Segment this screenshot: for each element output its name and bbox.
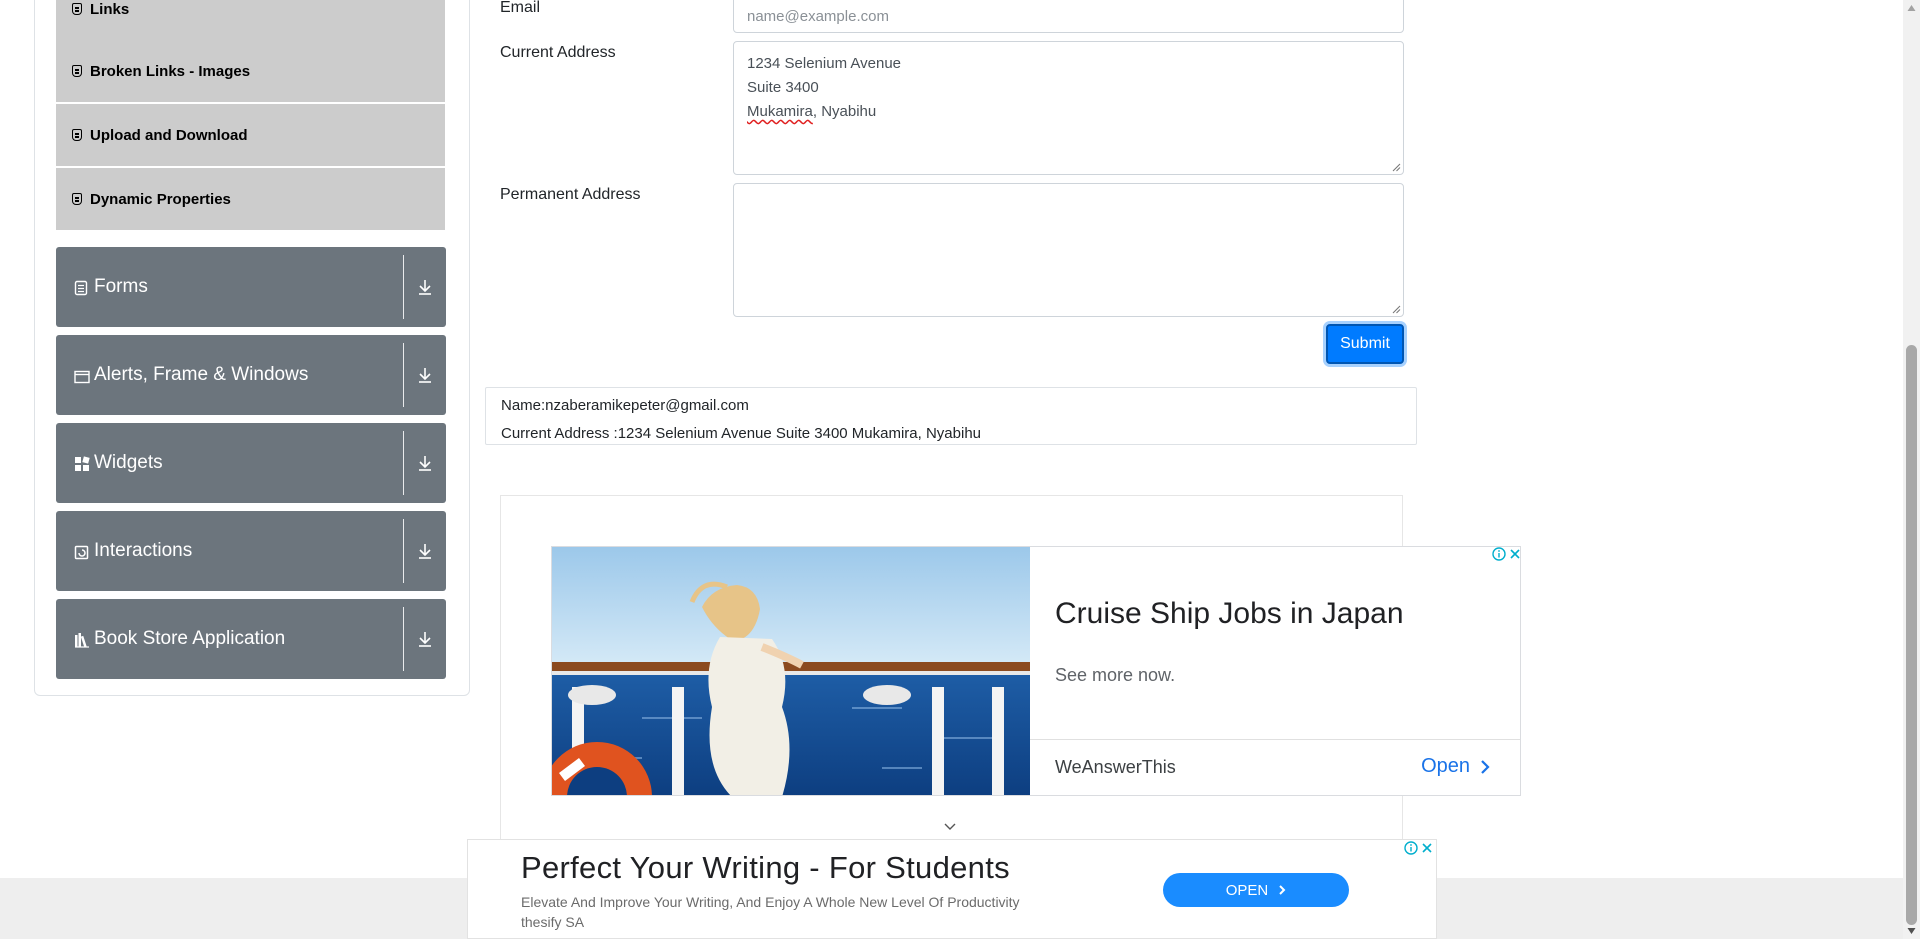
html5-icon xyxy=(72,193,82,205)
permanent-address-label: Permanent Address xyxy=(500,186,641,203)
scroll-up-arrow-icon[interactable] xyxy=(1906,3,1917,13)
adchoices[interactable] xyxy=(1402,840,1434,856)
interactions-icon xyxy=(74,544,89,560)
group-divider xyxy=(403,519,404,583)
html5-icon xyxy=(72,65,82,77)
group-divider xyxy=(403,255,404,319)
anchor-ad-open-button[interactable]: OPEN xyxy=(1163,873,1349,907)
anchor-ad[interactable]: Perfect Your Writing - For Students Elev… xyxy=(467,839,1437,939)
resize-grip-icon[interactable] xyxy=(1391,162,1401,172)
misspelled-word: Mukamira xyxy=(747,103,813,120)
output-panel: Name:nzaberamikepeter@gmail.com Current … xyxy=(485,387,1417,445)
current-address-label: Current Address xyxy=(500,44,616,61)
address-line-rest: , Nyabihu xyxy=(812,103,877,120)
sidebar-item-upload-and-download[interactable]: Upload and Download xyxy=(56,104,445,166)
html5-icon xyxy=(72,129,82,141)
ad-image[interactable] xyxy=(552,547,1030,795)
display-ad[interactable]: Cruise Ship Jobs in Japan See more now. … xyxy=(551,546,1521,796)
anchor-ad-description: Elevate And Improve Your Writing, And En… xyxy=(521,892,1121,932)
address-line: Suite 3400 xyxy=(747,79,819,96)
sidebar-group-alerts-frame-windows[interactable]: Alerts, Frame & Windows xyxy=(56,335,446,415)
download-arrow-icon[interactable] xyxy=(412,335,438,415)
address-line: Mukamira, Nyabihu xyxy=(747,100,1390,124)
group-label: Alerts, Frame & Windows xyxy=(94,364,309,385)
chevron-right-icon xyxy=(1481,759,1490,774)
scrollbar-thumb[interactable] xyxy=(1906,345,1917,925)
sidebar-item-dynamic-properties[interactable]: Dynamic Properties xyxy=(56,168,445,230)
sidebar-group-widgets[interactable]: Widgets xyxy=(56,423,446,503)
info-icon[interactable] xyxy=(1404,841,1418,855)
close-icon[interactable] xyxy=(1508,547,1522,561)
sidebar-group-book-store-application[interactable]: Book Store Application xyxy=(56,599,446,679)
current-address-field[interactable]: 1234 Selenium Avenue Suite 3400 Mukamira… xyxy=(733,41,1404,175)
widgets-icon xyxy=(74,456,90,471)
group-divider xyxy=(403,343,404,407)
html5-icon xyxy=(72,3,82,15)
book-icon xyxy=(74,632,89,648)
download-arrow-icon[interactable] xyxy=(412,423,438,503)
ad-open-label: Open xyxy=(1421,755,1470,777)
ad-subtext: See more now. xyxy=(1055,665,1176,685)
download-arrow-icon[interactable] xyxy=(412,599,438,679)
ad-open-link[interactable]: Open xyxy=(1421,755,1490,778)
ad-brand[interactable]: WeAnswerThis xyxy=(1055,757,1176,778)
page: Links Broken Links - Images Upload and D… xyxy=(0,0,1920,939)
scroll-down-arrow-icon[interactable] xyxy=(1906,926,1917,936)
anchor-ad-title[interactable]: Perfect Your Writing - For Students xyxy=(521,850,1010,886)
sidebar-item-label: Links xyxy=(90,0,130,18)
group-label: Forms xyxy=(94,276,148,297)
group-label: Book Store Application xyxy=(94,628,286,649)
email-placeholder: name@example.com xyxy=(747,8,889,25)
anchor-ad-text: Elevate And Improve Your Writing, And En… xyxy=(521,894,1020,910)
group-label: Interactions xyxy=(94,540,193,561)
resize-grip-icon[interactable] xyxy=(1391,304,1401,314)
form-icon xyxy=(74,280,88,296)
ad-divider xyxy=(1030,739,1520,740)
group-label: Widgets xyxy=(94,452,163,473)
download-arrow-icon[interactable] xyxy=(412,247,438,327)
chevron-right-icon xyxy=(1279,885,1286,895)
adchoices[interactable] xyxy=(1490,546,1522,562)
address-line: 1234 Selenium Avenue xyxy=(747,55,902,72)
sidebar-item-links[interactable]: Links xyxy=(56,0,445,40)
download-arrow-icon[interactable] xyxy=(412,511,438,591)
output-name: Name:nzaberamikepeter@gmail.com xyxy=(501,397,749,414)
output-current-address: Current Address :1234 Selenium Avenue Su… xyxy=(501,425,982,442)
permanent-address-field[interactable] xyxy=(733,183,1404,317)
sidebar-item-label: Broken Links - Images xyxy=(90,62,251,80)
sidebar-item-label: Upload and Download xyxy=(90,126,248,144)
sidebar-group-forms[interactable]: Forms xyxy=(56,247,446,327)
group-divider xyxy=(403,431,404,495)
anchor-ad-advertiser: thesify SA xyxy=(521,914,585,930)
sidebar-item-label: Dynamic Properties xyxy=(90,190,231,208)
sidebar-group-interactions[interactable]: Interactions xyxy=(56,511,446,591)
sidebar-item-broken-links-images[interactable]: Broken Links - Images xyxy=(56,40,445,102)
submit-button[interactable]: Submit xyxy=(1326,324,1404,364)
chevron-down-icon[interactable] xyxy=(943,822,957,832)
email-label: Email xyxy=(500,0,541,16)
info-icon[interactable] xyxy=(1492,547,1506,561)
ad-headline[interactable]: Cruise Ship Jobs in Japan xyxy=(1055,597,1404,631)
group-divider xyxy=(403,607,404,671)
anchor-ad-open-label: OPEN xyxy=(1225,881,1269,899)
email-field[interactable]: name@example.com xyxy=(733,0,1404,33)
window-icon xyxy=(74,368,90,384)
close-icon[interactable] xyxy=(1420,841,1434,855)
